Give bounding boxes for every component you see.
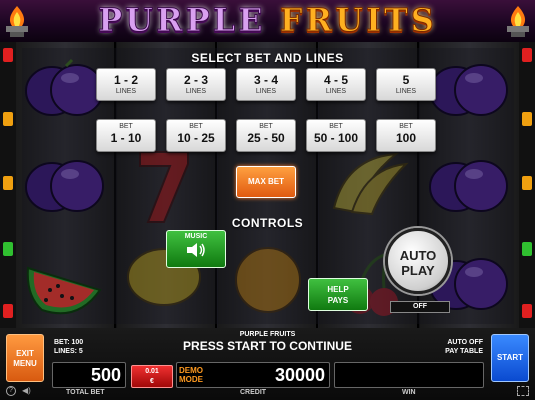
logo-purple: PURPLE [98, 1, 266, 39]
credit-label: CREDIT [240, 389, 267, 396]
speaker-icon [187, 243, 205, 257]
bet-option-5[interactable]: BET 100 [376, 119, 436, 152]
line-lamp [522, 304, 532, 318]
pay-table-link[interactable]: PAY TABLE [445, 347, 483, 356]
exit-menu-button[interactable]: EXIT MENU [6, 334, 44, 382]
line-lamp [3, 112, 13, 126]
logo-fruits: FRUITS [279, 1, 437, 39]
fullscreen-icon[interactable] [517, 386, 529, 396]
win-label: WIN [402, 389, 416, 396]
lines-option-3[interactable]: 3 - 4 LINES [236, 68, 296, 101]
line-lamp [522, 242, 532, 256]
sound-icon[interactable]: ◀) [22, 386, 34, 396]
lines-option-1[interactable]: 1 - 2 LINES [96, 68, 156, 101]
music-label: MUSIC [184, 233, 208, 240]
bet-option-2[interactable]: BET 10 - 25 [166, 119, 226, 152]
bet-option-1[interactable]: BET 1 - 10 [96, 119, 156, 152]
torch-icon [507, 6, 529, 37]
lines-option-5[interactable]: 5 LINES [376, 68, 436, 101]
credit-value: 30000 [274, 365, 325, 385]
question-icon[interactable]: ? [6, 386, 16, 396]
bet-option-4[interactable]: BET 50 - 100 [306, 119, 366, 152]
auto-play-status: OFF [390, 301, 450, 313]
line-lamp [3, 304, 13, 318]
total-bet-label: TOTAL BET [66, 389, 105, 396]
denomination-button[interactable]: 0.01 € [131, 365, 173, 388]
game-name-label: PURPLE FRUITS [239, 331, 296, 338]
title-bar: PURPLE FRUITS [0, 0, 535, 42]
auto-info: AUTO OFF PAY TABLE [445, 339, 483, 356]
select-bet-lines-title: SELECT BET AND LINES [191, 51, 344, 65]
lines-option-4[interactable]: 4 - 5 LINES [306, 68, 366, 101]
line-lamp [522, 176, 532, 190]
game-logo: PURPLE FRUITS [0, 1, 535, 39]
lines-option-2[interactable]: 2 - 3 LINES [166, 68, 226, 101]
bet-lines-info: BET: 100 LINES: 5 [54, 339, 84, 355]
line-lamp [3, 176, 13, 190]
total-bet-display: 500 [52, 362, 126, 388]
total-bet-value: 500 [90, 365, 121, 385]
line-lamp [522, 112, 532, 126]
demo-mode-label: DEMO MODE [179, 366, 203, 384]
controls-title: CONTROLS [231, 216, 304, 230]
bet-option-3[interactable]: BET 25 - 50 [236, 119, 296, 152]
line-lamp [3, 242, 13, 256]
line-indicator-left [0, 42, 16, 328]
win-display [334, 362, 484, 388]
line-indicator-right [519, 42, 535, 328]
max-bet-button[interactable]: MAX BET [236, 166, 296, 198]
start-button[interactable]: START [491, 334, 529, 382]
help-pays-button[interactable]: HELP PAYS [308, 278, 368, 311]
auto-play-button[interactable]: AUTO PLAY [385, 228, 451, 294]
music-button[interactable]: MUSIC [166, 230, 226, 268]
